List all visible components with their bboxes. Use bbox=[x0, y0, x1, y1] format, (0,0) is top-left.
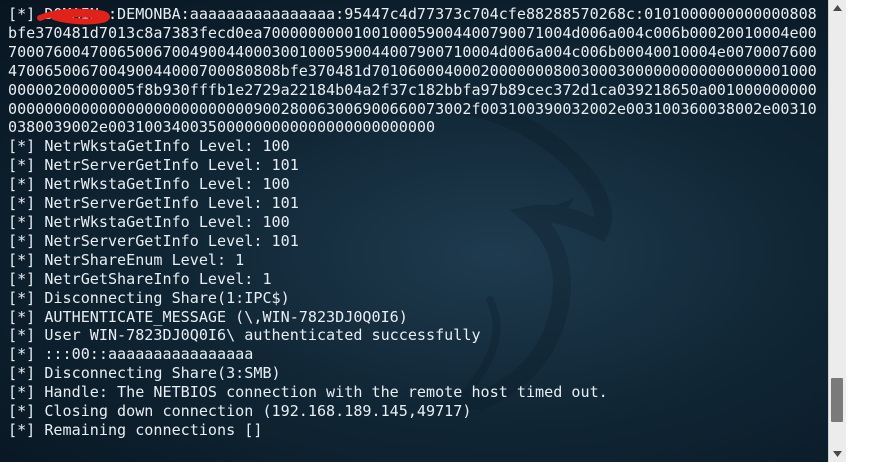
terminal-window[interactable]: [*] DOMAIN::DEMONBA:aaaaaaaaaaaaaaaa:954… bbox=[0, 0, 828, 462]
terminal-line: [*] NetrServerGetInfo Level: 101 bbox=[8, 231, 299, 250]
terminal-line: [*] AUTHENTICATE_MESSAGE (\,WIN-7823DJ0Q… bbox=[8, 307, 408, 326]
terminal-line: [*] DOMAIN::DEMONBA:aaaaaaaaaaaaaaaa:954… bbox=[8, 5, 817, 137]
triangle-up-icon[interactable] bbox=[829, 0, 846, 16]
terminal-output: [*] DOMAIN::DEMONBA:aaaaaaaaaaaaaaaa:954… bbox=[8, 5, 824, 440]
right-blank-area bbox=[846, 0, 888, 462]
terminal-line: [*] :::00::aaaaaaaaaaaaaaaa bbox=[8, 345, 254, 364]
triangle-down-icon[interactable] bbox=[829, 446, 846, 462]
terminal-line: [*] NetrGetShareInfo Level: 1 bbox=[8, 269, 272, 288]
terminal-line: [*] NetrServerGetInfo Level: 101 bbox=[8, 156, 299, 175]
terminal-line: [*] NetrShareEnum Level: 1 bbox=[8, 250, 245, 269]
vertical-scrollbar[interactable] bbox=[828, 0, 846, 462]
terminal-line: [*] NetrServerGetInfo Level: 101 bbox=[8, 194, 299, 213]
terminal-line: [*] Closing down connection (192.168.189… bbox=[8, 402, 472, 421]
terminal-line: [*] NetrWkstaGetInfo Level: 100 bbox=[8, 175, 290, 194]
redaction-scribble bbox=[37, 8, 110, 25]
terminal-line: [*] Handle: The NETBIOS connection with … bbox=[8, 383, 608, 402]
terminal-line: [*] User WIN-7823DJ0Q0I6\ authenticated … bbox=[8, 326, 481, 345]
scroll-thumb[interactable] bbox=[831, 378, 843, 422]
terminal-line: [*] Remaining connections [] bbox=[8, 420, 263, 439]
terminal-line: [*] Disconnecting Share(1:IPC$) bbox=[8, 288, 290, 307]
terminal-line: [*] NetrWkstaGetInfo Level: 100 bbox=[8, 212, 290, 231]
terminal-line: [*] Disconnecting Share(3:SMB) bbox=[8, 364, 281, 383]
terminal-line: [*] NetrWkstaGetInfo Level: 100 bbox=[8, 137, 290, 156]
